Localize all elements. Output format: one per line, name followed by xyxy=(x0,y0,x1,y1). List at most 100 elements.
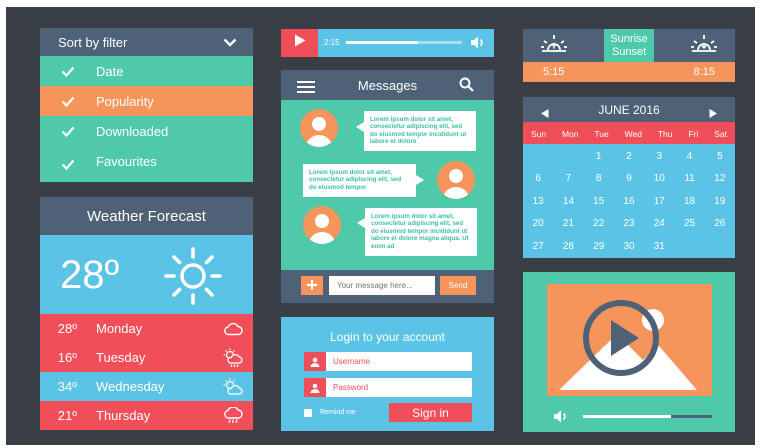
signin-button[interactable]: Sign in xyxy=(389,403,472,422)
weekday-label: Fri xyxy=(688,129,699,139)
add-attachment-button[interactable] xyxy=(301,276,323,295)
calendar-day[interactable]: 13 xyxy=(523,190,553,213)
calendar-day[interactable]: 3 xyxy=(644,145,674,168)
calendar-day[interactable]: 25 xyxy=(674,213,704,236)
filter-item-favourites[interactable]: Favourites xyxy=(40,146,253,182)
bubble-tail xyxy=(416,175,424,185)
check-icon xyxy=(40,159,96,170)
sun-title-box: Sunrise Sunset xyxy=(604,29,654,62)
send-button[interactable]: Send xyxy=(440,276,476,295)
calendar-day[interactable]: 18 xyxy=(674,190,704,213)
current-temperature: 28º xyxy=(60,253,120,297)
calendar-day[interactable]: 1 xyxy=(584,145,614,168)
calendar-day[interactable]: 10 xyxy=(644,168,674,191)
calendar-empty-cell xyxy=(705,235,735,258)
sunrise-icon xyxy=(540,34,568,61)
password-field[interactable]: Password xyxy=(304,378,472,397)
calendar-day[interactable]: 12 xyxy=(705,168,735,191)
search-icon[interactable] xyxy=(459,77,474,97)
sunset-icon xyxy=(690,34,718,61)
next-month-button[interactable] xyxy=(709,105,717,123)
sunset-time: 8:15 xyxy=(693,66,715,78)
remember-checkbox[interactable] xyxy=(304,409,312,417)
weekday-label: Tue xyxy=(594,129,609,139)
weekday-label: Thu xyxy=(657,129,673,139)
calendar-day[interactable]: 28 xyxy=(553,235,583,258)
calendar-day[interactable]: 8 xyxy=(584,168,614,191)
video-volume-fill xyxy=(583,415,671,418)
filter-title: Sort by filter xyxy=(58,34,128,50)
volume-icon[interactable] xyxy=(553,409,569,429)
chevron-down-icon[interactable] xyxy=(223,38,237,47)
filter-item-label: Popularity xyxy=(96,93,154,109)
calendar-day[interactable]: 27 xyxy=(523,235,553,258)
calendar-day[interactable]: 20 xyxy=(523,213,553,236)
rain-cloud-icon xyxy=(213,406,253,425)
calendar-empty-cell xyxy=(553,145,583,168)
calendar-day[interactable]: 4 xyxy=(674,145,704,168)
weather-title: Weather Forecast xyxy=(87,207,206,225)
calendar-day[interactable]: 29 xyxy=(584,235,614,258)
calendar-day[interactable]: 15 xyxy=(584,190,614,213)
calendar-day[interactable]: 23 xyxy=(614,213,644,236)
calendar-day[interactable]: 19 xyxy=(705,190,735,213)
calendar-day[interactable]: 21 xyxy=(553,213,583,236)
sun-times-bar: 5:15 8:15 xyxy=(523,62,735,82)
sun-cloud-icon xyxy=(213,378,253,396)
avatar xyxy=(303,206,341,244)
calendar-month: JUNE 2016 xyxy=(598,103,660,117)
video-play-icon[interactable] xyxy=(579,296,663,385)
message-bubble: Lorem ipsum dolor sit amet, consectetur … xyxy=(365,208,477,256)
filter-item-date[interactable]: Date xyxy=(40,56,253,86)
forecast-temp: 16º xyxy=(57,350,77,365)
calendar-day[interactable]: 16 xyxy=(614,190,644,213)
cloud-icon xyxy=(213,322,253,336)
password-placeholder: Password xyxy=(333,383,369,392)
calendar-day[interactable]: 24 xyxy=(644,213,674,236)
video-frame[interactable] xyxy=(547,284,712,396)
forecast-row-thursday: 21º Thursday xyxy=(40,401,253,430)
forecast-day: Thursday xyxy=(96,408,151,423)
weekday-label: Sat xyxy=(714,129,727,139)
filter-item-label: Favourites xyxy=(96,153,157,169)
user-icon xyxy=(304,352,326,371)
calendar-day[interactable]: 2 xyxy=(614,145,644,168)
login-title: Login to your account xyxy=(330,330,445,344)
message-bubble: Lorem ipsum dolor sit amet, consectetur … xyxy=(303,164,416,197)
sunset-title: Sunset xyxy=(611,46,647,58)
play-button[interactable] xyxy=(281,29,318,57)
calendar-day[interactable]: 31 xyxy=(644,235,674,258)
forecast-row-tuesday: 16º Tuesday xyxy=(40,343,253,372)
message-bubble: Lorem ipsum dolor sit amet, consectetur … xyxy=(364,111,476,151)
calendar-day[interactable]: 22 xyxy=(584,213,614,236)
audio-progress-track[interactable] xyxy=(346,41,462,44)
filter-item-downloaded[interactable]: Downloaded xyxy=(40,116,253,146)
weekday-label: Wed xyxy=(624,129,642,139)
message-input[interactable] xyxy=(329,276,435,295)
forecast-row-monday: 28º Monday xyxy=(40,314,253,343)
calendar-day[interactable]: 17 xyxy=(644,190,674,213)
sunrise-title: Sunrise xyxy=(610,33,648,45)
remember-label: Remind me xyxy=(320,409,356,416)
username-field[interactable]: Username xyxy=(304,352,472,371)
ui-kit-canvas: Sort by filter Date Popularity Downloade… xyxy=(0,0,761,448)
calendar-day[interactable]: 5 xyxy=(705,145,735,168)
calendar-day[interactable]: 14 xyxy=(553,190,583,213)
forecast-temp: 34º xyxy=(57,379,77,394)
filter-item-popularity[interactable]: Popularity xyxy=(40,86,253,116)
play-icon xyxy=(294,34,306,52)
calendar-day[interactable]: 9 xyxy=(614,168,644,191)
video-volume-track[interactable] xyxy=(583,415,712,418)
calendar-day[interactable]: 7 xyxy=(553,168,583,191)
forecast-temp: 21º xyxy=(57,408,77,423)
volume-icon[interactable] xyxy=(470,35,486,55)
filter-header[interactable]: Sort by filter xyxy=(40,28,253,56)
calendar-day[interactable]: 11 xyxy=(674,168,704,191)
weekday-label: Sun xyxy=(530,129,547,139)
bubble-tail xyxy=(357,218,365,228)
calendar-day[interactable]: 6 xyxy=(523,168,553,191)
weekday-labels: Sun Mon Tue Wed Thu Fri Sat xyxy=(523,129,735,139)
forecast-row-wednesday: 34º Wednesday xyxy=(40,372,253,401)
calendar-day[interactable]: 30 xyxy=(614,235,644,258)
calendar-day[interactable]: 26 xyxy=(705,213,735,236)
